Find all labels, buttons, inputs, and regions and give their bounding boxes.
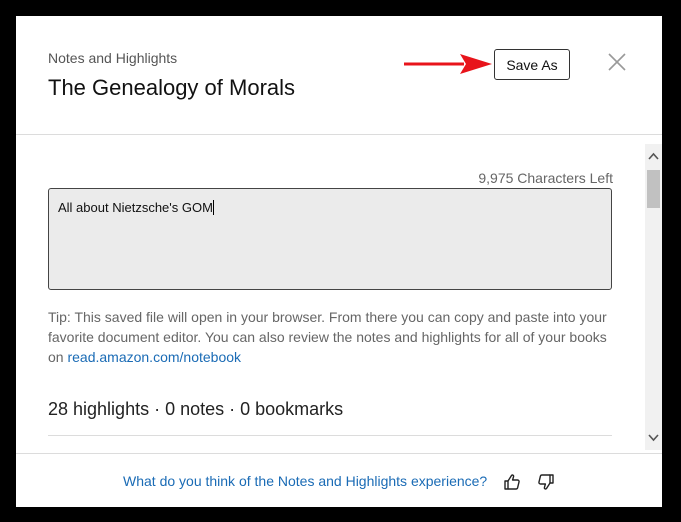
- notebook-link[interactable]: read.amazon.com/notebook: [67, 349, 241, 365]
- close-icon[interactable]: [606, 51, 628, 73]
- note-text: All about Nietzsche's GOM: [58, 200, 213, 215]
- scroll-thumb[interactable]: [647, 170, 660, 208]
- notes-dialog: Notes and Highlights The Genealogy of Mo…: [16, 16, 662, 507]
- divider: [48, 435, 612, 436]
- book-title: The Genealogy of Morals: [48, 75, 296, 100]
- highlight-counts: 28 highlights · 0 notes · 0 bookmarks: [48, 399, 344, 419]
- dialog-footer: What do you think of the Notes and Highl…: [16, 453, 662, 507]
- scroll-up-icon[interactable]: [645, 148, 662, 165]
- characters-left: 9,975 Characters Left: [478, 170, 613, 186]
- scroll-down-icon[interactable]: [645, 429, 662, 446]
- tip-text: Tip: This saved file will open in your b…: [48, 307, 618, 367]
- dialog-body: 9,975 Characters Left All about Nietzsch…: [16, 135, 644, 453]
- red-arrow-annotation: [404, 54, 492, 74]
- thumbs-down-icon[interactable]: [537, 473, 555, 491]
- dialog-subtitle: Notes and Highlights: [48, 50, 178, 66]
- thumbs-up-icon[interactable]: [503, 473, 521, 491]
- feedback-link[interactable]: What do you think of the Notes and Highl…: [123, 473, 487, 489]
- note-textarea[interactable]: All about Nietzsche's GOM: [48, 188, 612, 290]
- text-caret: [212, 200, 214, 215]
- dialog-header: Notes and Highlights The Genealogy of Mo…: [16, 16, 662, 135]
- scrollbar[interactable]: [645, 144, 662, 450]
- save-as-button[interactable]: Save As: [494, 49, 570, 80]
